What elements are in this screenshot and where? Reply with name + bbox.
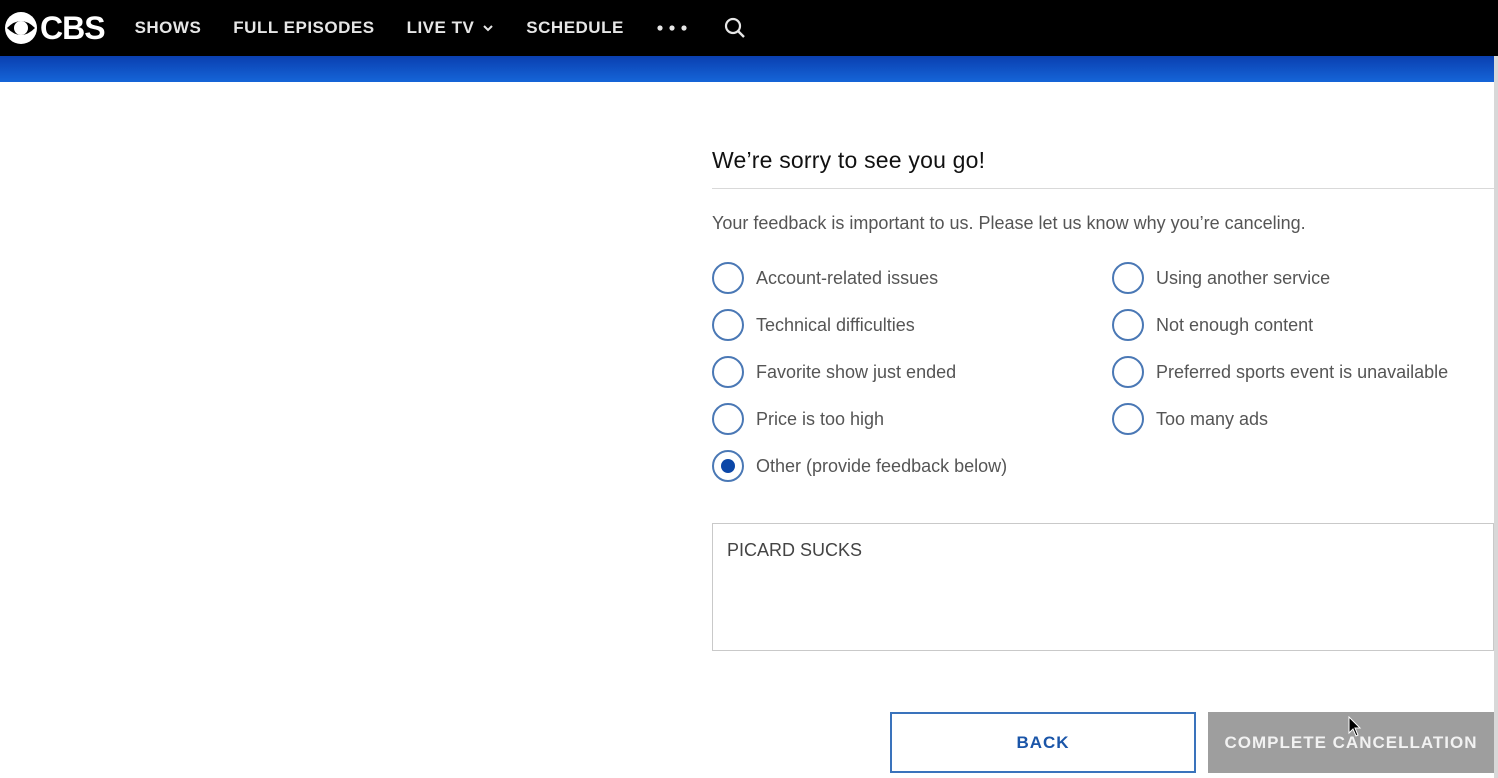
nav-full-episodes[interactable]: FULL EPISODES (233, 18, 374, 38)
chevron-down-icon (483, 25, 494, 32)
cbs-logo[interactable]: CBS (4, 0, 106, 56)
top-navigation: CBS SHOWS FULL EPISODES LIVE TV SCHEDULE (0, 0, 1498, 56)
radio-button-selected[interactable] (712, 450, 744, 482)
option-too-many-ads[interactable]: Too many ads (1112, 402, 1268, 436)
option-price-too-high[interactable]: Price is too high (712, 402, 884, 436)
option-not-enough-content[interactable]: Not enough content (1112, 308, 1313, 342)
back-button[interactable]: BACK (890, 712, 1196, 773)
nav-live-tv[interactable]: LIVE TV (407, 18, 495, 38)
option-technical-difficulties[interactable]: Technical difficulties (712, 308, 915, 342)
radio-button[interactable] (1112, 262, 1144, 294)
feedback-textarea[interactable]: PICARD SUCKS (712, 523, 1494, 651)
mouse-cursor-icon (1348, 716, 1362, 737)
more-dots-icon[interactable] (656, 23, 688, 33)
radio-button[interactable] (1112, 403, 1144, 435)
option-account-issues[interactable]: Account-related issues (712, 261, 938, 295)
cancellation-form: We’re sorry to see you go! Your feedback… (712, 140, 1494, 501)
nav-shows[interactable]: SHOWS (135, 18, 202, 38)
radio-button[interactable] (1112, 356, 1144, 388)
option-favorite-show-ended[interactable]: Favorite show just ended (712, 355, 956, 389)
option-another-service[interactable]: Using another service (1112, 261, 1330, 295)
page-title: We’re sorry to see you go! (712, 140, 1494, 189)
option-sports-unavailable[interactable]: Preferred sports event is unavailable (1112, 355, 1448, 389)
radio-dot (721, 459, 735, 473)
radio-button[interactable] (1112, 309, 1144, 341)
scrollbar-track[interactable] (1494, 56, 1498, 778)
radio-button[interactable] (712, 262, 744, 294)
reason-options: Account-related issues Technical difficu… (712, 261, 1494, 501)
search-icon[interactable] (724, 17, 746, 39)
option-other[interactable]: Other (provide feedback below) (712, 449, 1007, 483)
radio-button[interactable] (712, 356, 744, 388)
header-banner (0, 56, 1498, 82)
feedback-intro: Your feedback is important to us. Please… (712, 213, 1306, 233)
radio-button[interactable] (712, 309, 744, 341)
cbs-eye-icon (5, 12, 37, 44)
logo-text: CBS (40, 9, 106, 46)
nav-schedule[interactable]: SCHEDULE (526, 18, 624, 38)
radio-button[interactable] (712, 403, 744, 435)
